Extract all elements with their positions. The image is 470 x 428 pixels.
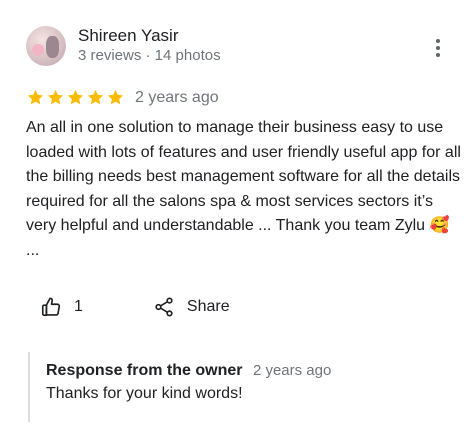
reviewer-meta: Shireen Yasir 3 reviews · 14 photos [78,26,221,66]
star-icon [87,89,104,105]
owner-response-header: Response from the owner 2 years ago [46,362,331,380]
avatar[interactable] [26,26,66,66]
star-icon [27,89,44,105]
more-vert-icon[interactable] [430,36,446,60]
thumbs-up-icon [41,297,61,317]
owner-response: Response from the owner 2 years ago Than… [28,352,460,422]
share-button[interactable]: Share [153,296,230,318]
rating-row: 2 years ago [26,88,219,107]
owner-response-title: Response from the owner [46,362,243,379]
reviewer-name[interactable]: Shireen Yasir [78,26,221,46]
review-actions: 1 Share [40,296,230,318]
reviewer-header: Shireen Yasir 3 reviews · 14 photos [26,26,221,66]
reviewer-stats: 3 reviews · 14 photos [78,47,221,64]
star-icon [47,89,64,105]
owner-response-text: Thanks for your kind words! [46,385,243,402]
star-icon [107,89,124,105]
like-button[interactable]: 1 [40,296,83,318]
share-label: Share [186,298,230,315]
star-rating [26,88,125,107]
owner-response-date: 2 years ago [252,362,332,379]
share-icon [155,297,173,317]
review-date: 2 years ago [135,88,219,106]
review-text: An all in one solution to manage their b… [26,119,461,259]
like-count: 1 [74,298,83,315]
star-icon [67,89,84,105]
review-card: Shireen Yasir 3 reviews · 14 photos 2 ye… [0,0,470,428]
